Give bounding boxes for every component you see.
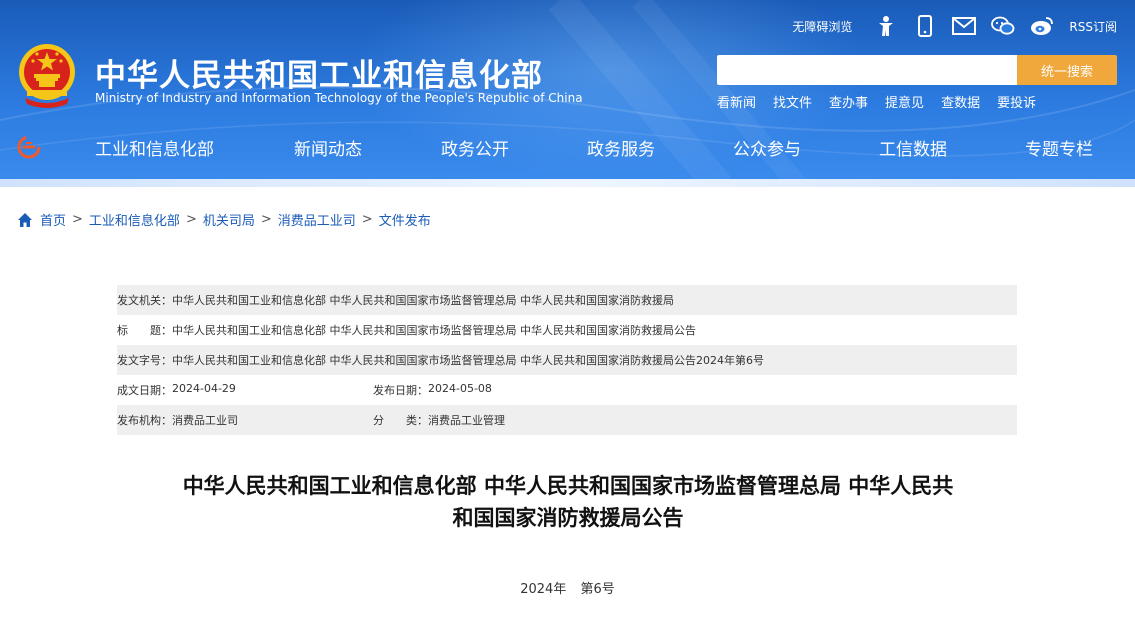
quick-link-services[interactable]: 查办事 bbox=[829, 92, 868, 111]
main-nav: 工业和信息化部 新闻动态 政务公开 政务服务 公众参与 工信数据 专题专栏 bbox=[0, 128, 1135, 166]
announcement-number-value: 第6号 bbox=[580, 582, 615, 597]
mail-icon[interactable] bbox=[952, 14, 977, 38]
published-date-cell: 发布日期： 2024-05-08 bbox=[373, 382, 492, 398]
issuer-label: 发文机关： bbox=[117, 294, 172, 307]
quick-link-feedback[interactable]: 提意见 bbox=[885, 92, 924, 111]
article-title-line1: 中华人民共和国工业和信息化部 中华人民共和国国家市场监督管理总局 中华人民共 bbox=[182, 474, 954, 498]
title-label: 标 题： bbox=[117, 324, 172, 337]
quick-link-complaint[interactable]: 要投诉 bbox=[997, 92, 1036, 111]
quick-link-news[interactable]: 看新闻 bbox=[717, 92, 756, 111]
accessibility-person-icon[interactable] bbox=[874, 14, 898, 38]
title-value: 中华人民共和国工业和信息化部 中华人民共和国国家市场监督管理总局 中华人民共和国… bbox=[172, 324, 696, 337]
article-title: 中华人民共和国工业和信息化部 中华人民共和国国家市场监督管理总局 中华人民共 和… bbox=[118, 470, 1018, 534]
category-label: 分 类： bbox=[373, 414, 428, 427]
weibo-icon[interactable] bbox=[1030, 14, 1054, 38]
org-cell: 发布机构： 消费品工业司 bbox=[117, 412, 373, 428]
site-subtitle: Ministry of Industry and Information Tec… bbox=[95, 91, 583, 105]
category-value: 消费品工业管理 bbox=[428, 414, 505, 427]
quick-link-documents[interactable]: 找文件 bbox=[773, 92, 812, 111]
nav-item-news[interactable]: 新闻动态 bbox=[294, 135, 362, 160]
header-bottom-strip bbox=[0, 179, 1135, 187]
site-header: 中华人民共和国工业和信息化部 Ministry of Industry and … bbox=[0, 0, 1135, 187]
document-info-table: 发文机关： 中华人民共和国工业和信息化部 中华人民共和国国家市场监督管理总局 中… bbox=[117, 285, 1017, 435]
info-row-dates: 成文日期： 2024-04-29 发布日期： 2024-05-08 bbox=[117, 375, 1017, 405]
home-icon[interactable] bbox=[17, 212, 33, 228]
category-cell: 分 类： 消费品工业管理 bbox=[373, 412, 505, 428]
issuer-value: 中华人民共和国工业和信息化部 中华人民共和国国家市场监督管理总局 中华人民共和国… bbox=[172, 294, 674, 307]
published-date-label: 发布日期： bbox=[373, 384, 428, 397]
breadcrumb: 首页 > 工业和信息化部 > 机关司局 > 消费品工业司 > 文件发布 bbox=[17, 210, 431, 229]
mobile-phone-icon[interactable] bbox=[913, 14, 937, 38]
info-row-org-category: 发布机构： 消费品工业司 分 类： 消费品工业管理 bbox=[117, 405, 1017, 435]
breadcrumb-separator: > bbox=[185, 212, 197, 227]
accessibility-link[interactable]: 无障碍浏览 bbox=[792, 18, 852, 35]
doc-number-value: 中华人民共和国工业和信息化部 中华人民共和国国家市场监督管理总局 中华人民共和国… bbox=[172, 354, 764, 367]
org-label: 发布机构： bbox=[117, 414, 172, 427]
info-row-doc-number: 发文字号： 中华人民共和国工业和信息化部 中华人民共和国国家市场监督管理总局 中… bbox=[117, 345, 1017, 375]
national-emblem-icon bbox=[19, 44, 75, 108]
search-box: 统一搜索 bbox=[717, 55, 1117, 85]
breadcrumb-separator: > bbox=[72, 212, 83, 227]
article-title-line2: 和国国家消防救援局公告 bbox=[452, 506, 684, 530]
search-input[interactable] bbox=[717, 55, 1017, 85]
nav-item-topics[interactable]: 专题专栏 bbox=[1025, 135, 1093, 160]
nav-item-government-services[interactable]: 政务服务 bbox=[587, 135, 655, 160]
created-date-cell: 成文日期： 2024-04-29 bbox=[117, 382, 373, 398]
miit-logo-icon[interactable] bbox=[17, 135, 41, 159]
created-date-value: 2024-04-29 bbox=[172, 382, 236, 395]
quick-link-data[interactable]: 查数据 bbox=[941, 92, 980, 111]
breadcrumb-home[interactable]: 首页 bbox=[40, 210, 66, 229]
search-button[interactable]: 统一搜索 bbox=[1017, 55, 1117, 85]
org-value: 消费品工业司 bbox=[172, 414, 238, 427]
created-date-label: 成文日期： bbox=[117, 384, 172, 397]
breadcrumb-departments[interactable]: 机关司局 bbox=[203, 210, 255, 229]
wechat-icon[interactable] bbox=[991, 14, 1015, 38]
breadcrumb-separator: > bbox=[361, 212, 373, 227]
breadcrumb-document-release[interactable]: 文件发布 bbox=[379, 210, 431, 229]
site-title[interactable]: 中华人民共和国工业和信息化部 bbox=[95, 50, 543, 95]
nav-item-data[interactable]: 工信数据 bbox=[879, 135, 947, 160]
nav-item-government-affairs[interactable]: 政务公开 bbox=[441, 135, 509, 160]
doc-number-label: 发文字号： bbox=[117, 354, 172, 367]
announcement-number: 2024年 第6号 bbox=[0, 578, 1135, 597]
nav-item-miit[interactable]: 工业和信息化部 bbox=[95, 135, 214, 160]
info-row-issuer: 发文机关： 中华人民共和国工业和信息化部 中华人民共和国国家市场监督管理总局 中… bbox=[117, 285, 1017, 315]
breadcrumb-consumer-goods-dept[interactable]: 消费品工业司 bbox=[278, 210, 356, 229]
rss-link[interactable]: RSS订阅 bbox=[1069, 18, 1117, 35]
breadcrumb-separator: > bbox=[260, 212, 272, 227]
breadcrumb-miit[interactable]: 工业和信息化部 bbox=[89, 210, 180, 229]
published-date-value: 2024-05-08 bbox=[428, 382, 492, 395]
info-row-title: 标 题： 中华人民共和国工业和信息化部 中华人民共和国国家市场监督管理总局 中华… bbox=[117, 315, 1017, 345]
announcement-year: 2024年 bbox=[520, 582, 567, 597]
nav-item-public-participation[interactable]: 公众参与 bbox=[733, 135, 801, 160]
top-toolbar: 无障碍浏览 RSS订阅 bbox=[792, 12, 1117, 40]
quick-links: 看新闻 找文件 查办事 提意见 查数据 要投诉 bbox=[717, 92, 1053, 111]
